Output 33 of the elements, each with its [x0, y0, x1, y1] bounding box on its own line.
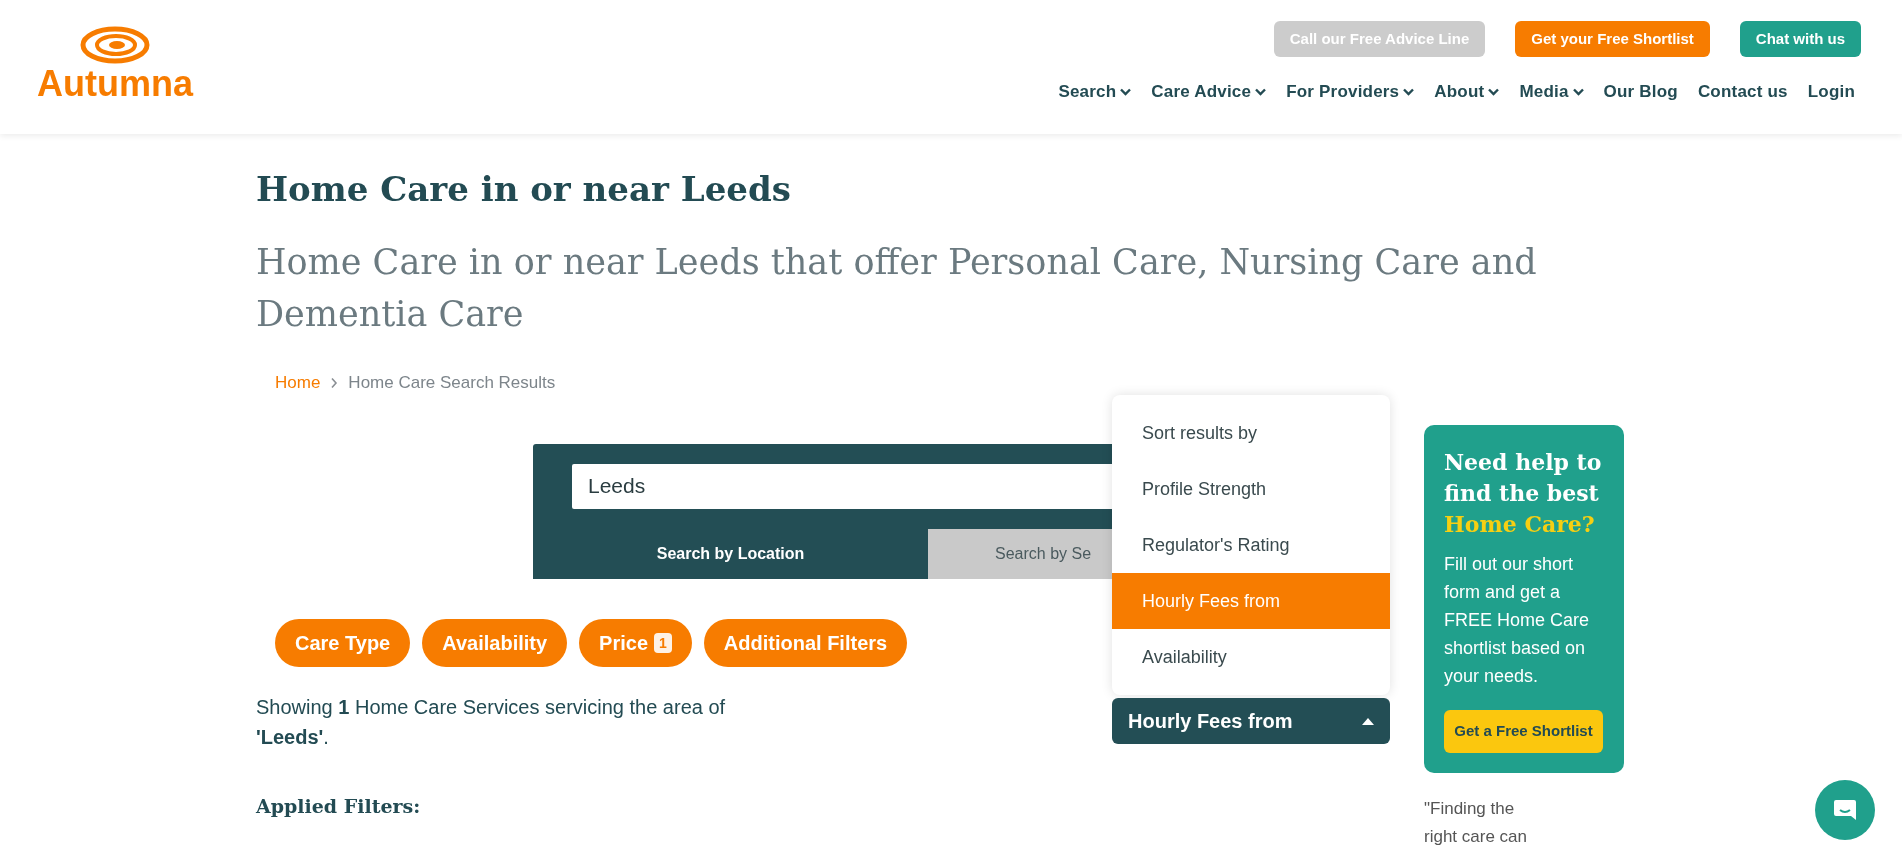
sort-option[interactable]: Sort results by — [1112, 405, 1390, 461]
nav-link[interactable]: Care Advice — [1151, 79, 1267, 105]
nav-link[interactable]: Our Blog — [1603, 79, 1678, 105]
help-heading-highlight: Home Care? — [1444, 511, 1595, 537]
help-heading: Need help to find the best — [1444, 449, 1602, 506]
chevron-right-icon — [330, 376, 339, 389]
chevron-down-icon — [1255, 87, 1267, 96]
sort-select[interactable]: Hourly Fees from — [1112, 698, 1390, 744]
chevron-down-icon — [1488, 87, 1500, 96]
page-subtitle: Home Care in or near Leeds that offer Personal Care, Nursing Care and Dementia Care — [256, 241, 1538, 336]
chat-icon — [1832, 797, 1858, 823]
breadcrumb-current: Home Care Search Results — [348, 372, 556, 394]
count-badge: 1 — [654, 632, 672, 653]
nav-link[interactable]: Media — [1519, 79, 1584, 105]
sort-option[interactable]: Availability — [1112, 629, 1390, 685]
chat-launcher[interactable] — [1815, 780, 1875, 840]
chevron-down-icon — [1572, 87, 1584, 96]
sort-option[interactable]: Regulator's Rating — [1112, 517, 1390, 573]
logo-icon — [80, 26, 150, 64]
nav-link[interactable]: Contact us — [1697, 79, 1788, 105]
results-summary: Showing 1 Home Care Services servicing the area of 'Leeds'. — [256, 694, 727, 750]
shortlist-button[interactable]: Get a Free Shortlist — [1444, 710, 1603, 753]
help-text: Fill out our short form and get a FREE Home Care shortlist based on your needs. — [1444, 553, 1591, 688]
nav-link[interactable]: Login — [1807, 79, 1855, 105]
nav-link[interactable]: Search — [1058, 79, 1132, 105]
chevron-down-icon — [1120, 87, 1132, 96]
page-title: Home Care in or near Leeds — [256, 168, 792, 211]
applied-filters-heading: Applied Filters: — [256, 793, 421, 819]
chevron-down-icon — [1403, 87, 1415, 96]
testimonial-quote: "Finding the right care can — [1424, 798, 1528, 848]
nav-link[interactable]: About — [1434, 79, 1500, 105]
caret-up-icon — [1362, 717, 1374, 725]
nav-link[interactable]: For Providers — [1286, 79, 1415, 105]
